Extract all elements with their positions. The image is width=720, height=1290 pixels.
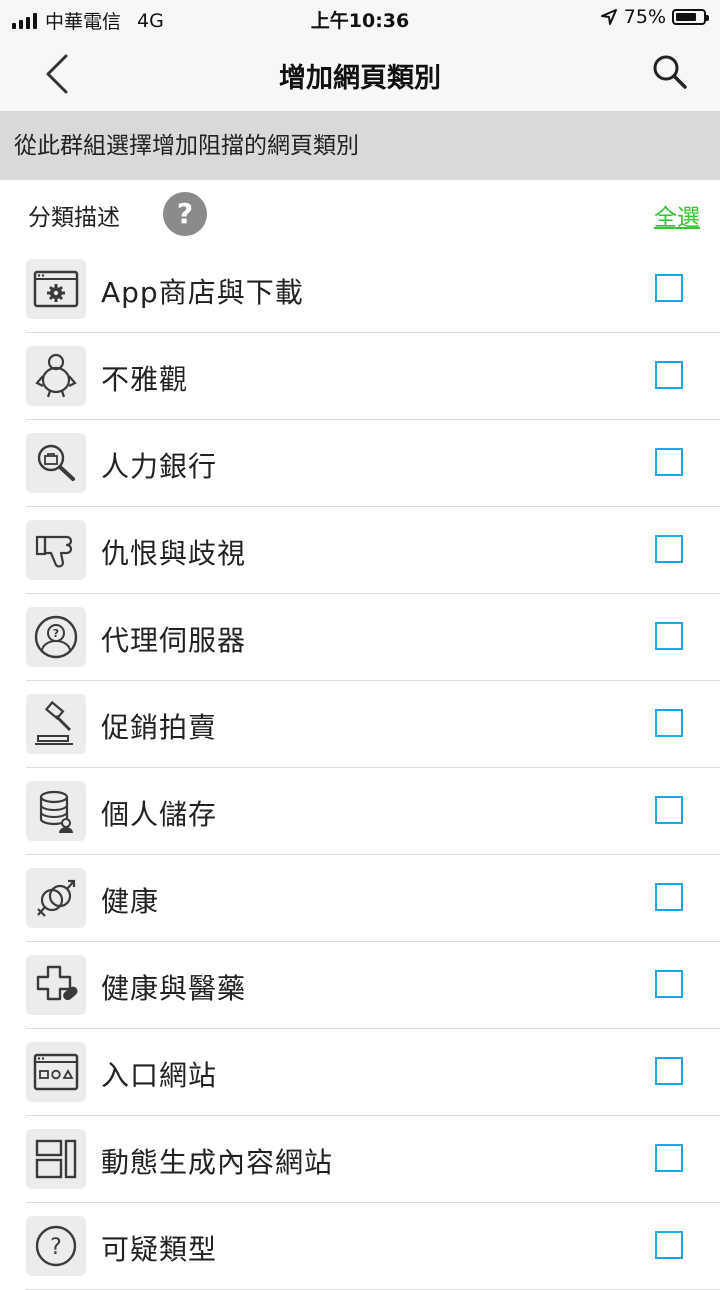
list-item[interactable]: 入口網站 bbox=[0, 1029, 720, 1116]
category-checkbox[interactable] bbox=[655, 535, 683, 563]
category-label: App商店與下載 bbox=[101, 276, 304, 309]
category-label: 不雅觀 bbox=[101, 363, 189, 396]
category-label: 健康 bbox=[101, 885, 160, 918]
category-label: 仇恨與歧視 bbox=[101, 537, 247, 570]
list-item[interactable]: 仇恨與歧視 bbox=[0, 507, 720, 594]
category-list: App商店與下載 不雅觀 人力銀行 仇恨與歧視 ? 代理伺服器 促銷拍賣 個人儲… bbox=[0, 246, 720, 1290]
category-label: 動態生成內容網站 bbox=[101, 1146, 334, 1179]
instruction-banner: 從此群組選擇增加阻擋的網頁類別 bbox=[0, 112, 720, 180]
svg-text:?: ? bbox=[53, 627, 59, 640]
page-title: 增加網頁類別 bbox=[279, 63, 441, 94]
category-label: 代理伺服器 bbox=[101, 624, 247, 657]
nav-bar: 增加網頁類別 bbox=[0, 36, 720, 112]
category-checkbox[interactable] bbox=[655, 709, 683, 737]
category-checkbox[interactable] bbox=[655, 970, 683, 998]
database-storage-icon bbox=[26, 781, 86, 841]
dynamic-layout-icon bbox=[26, 1129, 86, 1189]
select-all-link[interactable]: 全選 bbox=[654, 198, 700, 232]
gender-symbols-icon bbox=[26, 868, 86, 928]
category-checkbox[interactable] bbox=[655, 1231, 683, 1259]
category-checkbox[interactable] bbox=[655, 1057, 683, 1085]
list-item[interactable]: 促銷拍賣 bbox=[0, 681, 720, 768]
list-item[interactable]: 動態生成內容網站 bbox=[0, 1116, 720, 1203]
category-checkbox[interactable] bbox=[655, 448, 683, 476]
list-item[interactable]: App商店與下載 bbox=[0, 246, 720, 333]
category-label: 人力銀行 bbox=[101, 450, 218, 483]
category-checkbox[interactable] bbox=[655, 361, 683, 389]
category-label: 個人儲存 bbox=[101, 798, 218, 831]
list-item[interactable]: 健康與醫藥 bbox=[0, 942, 720, 1029]
app-store-gear-icon bbox=[26, 259, 86, 319]
portal-window-icon bbox=[26, 1042, 86, 1102]
medical-cross-pill-icon bbox=[26, 955, 86, 1015]
person-icon bbox=[26, 346, 86, 406]
category-label: 可疑類型 bbox=[101, 1233, 218, 1266]
list-item[interactable]: 人力銀行 bbox=[0, 420, 720, 507]
job-search-icon bbox=[26, 433, 86, 493]
battery-icon bbox=[672, 9, 709, 25]
help-icon[interactable]: ? bbox=[163, 192, 207, 236]
location-arrow-icon bbox=[600, 9, 617, 25]
svg-text:?: ? bbox=[50, 1235, 62, 1260]
category-label: 健康與醫藥 bbox=[101, 972, 247, 1005]
list-item[interactable]: 個人儲存 bbox=[0, 768, 720, 855]
category-description-label: 分類描述 bbox=[28, 205, 120, 231]
proxy-question-icon: ? bbox=[26, 607, 86, 667]
status-bar: 中華電信 4G 上午10:36 75% bbox=[0, 0, 720, 36]
search-button[interactable] bbox=[650, 52, 690, 92]
list-item[interactable]: ? 代理伺服器 bbox=[0, 594, 720, 681]
category-checkbox[interactable] bbox=[655, 622, 683, 650]
auction-gavel-icon bbox=[26, 694, 86, 754]
battery-percent: 75% bbox=[623, 6, 666, 28]
category-checkbox[interactable] bbox=[655, 274, 683, 302]
status-bar-right: 75% bbox=[600, 6, 709, 28]
question-circle-icon: ? bbox=[26, 1216, 86, 1276]
list-item[interactable]: ? 可疑類型 bbox=[0, 1203, 720, 1290]
category-checkbox[interactable] bbox=[655, 1144, 683, 1172]
category-label: 入口網站 bbox=[101, 1059, 218, 1092]
category-checkbox[interactable] bbox=[655, 883, 683, 911]
thumbs-down-icon bbox=[26, 520, 86, 580]
list-item[interactable]: 不雅觀 bbox=[0, 333, 720, 420]
category-checkbox[interactable] bbox=[655, 796, 683, 824]
category-label: 促銷拍賣 bbox=[101, 711, 218, 744]
list-header: 分類描述 ? 全選 bbox=[0, 180, 720, 246]
list-item[interactable]: 健康 bbox=[0, 855, 720, 942]
